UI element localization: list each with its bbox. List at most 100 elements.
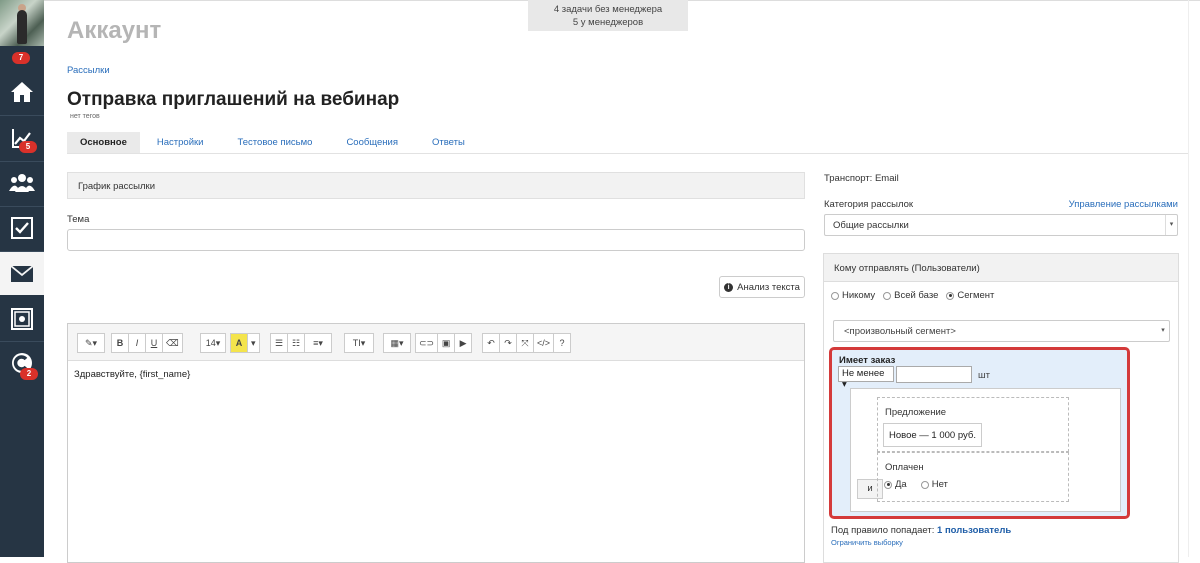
underline-button[interactable]: U bbox=[145, 333, 163, 353]
segment-select[interactable]: <произвольный сегмент> ▾ bbox=[833, 320, 1170, 342]
rule-conditions: и Предложение Новое — 1 000 руб. Оплачен… bbox=[850, 388, 1121, 512]
align-icon[interactable]: ≡▾ bbox=[304, 333, 332, 353]
paid-condition: Оплачен Да Нет bbox=[877, 452, 1069, 502]
tags-label[interactable]: нет тегов bbox=[70, 113, 100, 120]
tab-bar: Основное Настройки Тестовое письмо Сообщ… bbox=[67, 132, 482, 154]
magic-wand-icon[interactable]: ✎▾ bbox=[77, 333, 105, 353]
undo-icon[interactable]: ↶ bbox=[482, 333, 500, 353]
tasks-notice-line2: 5 у менеджеров bbox=[572, 17, 644, 28]
eraser-icon[interactable]: ⌫ bbox=[162, 333, 183, 353]
tasks-notice-line1: 4 задачи без менеджера bbox=[553, 4, 663, 15]
account-title: Аккаунт bbox=[67, 17, 162, 44]
email-editor: ✎▾ B I U ⌫ 14 ▾ A ▾ ☰ ☷ ≡▾ T Ι▾ ▦▾ ⊂⊃ ▣ … bbox=[67, 323, 805, 563]
help-button[interactable]: ? bbox=[553, 333, 572, 353]
info-icon: i bbox=[724, 282, 734, 292]
avatar-badge: 7 bbox=[12, 52, 30, 64]
rule-operator-select[interactable]: Не менее ▾ bbox=[838, 366, 894, 390]
font-size-select[interactable]: 14 ▾ bbox=[200, 333, 226, 353]
tab-test-email[interactable]: Тестовое письмо bbox=[220, 132, 329, 153]
segment-rule-box: Имеет заказ Не менее ▾ шт и Предложение … bbox=[829, 347, 1130, 519]
safe-icon bbox=[11, 308, 33, 330]
sidebar-item-mail[interactable] bbox=[0, 252, 44, 295]
radio-label: Всей базе bbox=[894, 290, 939, 301]
tabs-divider bbox=[67, 153, 1188, 154]
radio-label: Да bbox=[895, 479, 907, 490]
text-color-icon[interactable]: A bbox=[230, 333, 248, 353]
radio-segment[interactable]: Сегмент bbox=[946, 290, 994, 301]
radio-paid-no[interactable]: Нет bbox=[920, 479, 948, 490]
radio-label: Никому bbox=[842, 290, 876, 301]
analyze-text-label: Анализ текста bbox=[737, 281, 800, 293]
sidebar: 7 5 2 bbox=[0, 0, 44, 557]
subject-input[interactable] bbox=[67, 229, 805, 251]
fullscreen-icon[interactable]: ⤧ bbox=[516, 333, 534, 353]
sidebar-divider bbox=[0, 341, 44, 342]
bold-button[interactable]: B bbox=[111, 333, 129, 353]
editor-toolbar: ✎▾ B I U ⌫ 14 ▾ A ▾ ☰ ☷ ≡▾ T Ι▾ ▦▾ ⊂⊃ ▣ … bbox=[68, 324, 804, 361]
category-label: Категория рассылок bbox=[824, 199, 914, 210]
radio-icon bbox=[831, 291, 839, 300]
table-icon[interactable]: ▦▾ bbox=[383, 333, 411, 353]
offer-value[interactable]: Новое — 1 000 руб. bbox=[883, 423, 982, 447]
radio-icon bbox=[883, 291, 892, 300]
rule-title: Имеет заказ bbox=[839, 355, 896, 366]
analyze-text-button[interactable]: i Анализ текста bbox=[719, 276, 805, 298]
numbered-list-icon[interactable]: ☷ bbox=[287, 333, 305, 353]
bullet-list-icon[interactable]: ☰ bbox=[270, 333, 288, 353]
scrollbar[interactable] bbox=[1188, 0, 1189, 557]
category-value: Общие рассылки bbox=[833, 220, 909, 231]
link-icon[interactable]: ⊂⊃ bbox=[415, 333, 439, 353]
tab-main[interactable]: Основное bbox=[67, 132, 140, 153]
chevron-down-icon: ▾ bbox=[1165, 215, 1177, 235]
sidebar-item-users[interactable] bbox=[0, 162, 44, 204]
sidebar-item-tasks[interactable] bbox=[0, 207, 44, 249]
tab-replies[interactable]: Ответы bbox=[415, 132, 482, 153]
transport-label: Транспорт: Email bbox=[824, 173, 899, 184]
home-icon bbox=[11, 82, 33, 102]
tab-messages[interactable]: Сообщения bbox=[329, 132, 415, 153]
sidebar-item-analytics[interactable] bbox=[0, 117, 44, 159]
radio-nobody[interactable]: Никому bbox=[831, 290, 875, 301]
font-size-value: 14 bbox=[205, 338, 216, 348]
sidebar-item-safe[interactable] bbox=[0, 298, 44, 340]
radio-selected-icon bbox=[884, 480, 892, 489]
rule-operator-value: Не менее bbox=[842, 368, 885, 379]
sidebar-item-home[interactable] bbox=[0, 71, 44, 113]
rule-count-value[interactable]: 1 пользователь bbox=[937, 525, 1011, 536]
rule-count-prefix: Под правило попадает: bbox=[831, 525, 935, 536]
manage-mailings-link[interactable]: Управление рассылками bbox=[1069, 199, 1178, 210]
offer-label: Предложение bbox=[885, 407, 947, 418]
avatar-figure bbox=[17, 10, 27, 44]
avatar[interactable] bbox=[0, 0, 44, 46]
breadcrumb[interactable]: Рассылки bbox=[67, 65, 110, 76]
editor-content[interactable]: Здравствуйте, {first_name} bbox=[68, 361, 804, 388]
rule-count: Под правило попадает: 1 пользователь bbox=[831, 525, 1011, 536]
rule-quantity-input[interactable] bbox=[896, 366, 972, 383]
italic-button[interactable]: I bbox=[128, 333, 146, 353]
radio-label: Нет bbox=[931, 479, 948, 490]
offer-condition: Предложение Новое — 1 000 руб. bbox=[877, 397, 1069, 452]
schedule-panel[interactable]: График рассылки bbox=[67, 172, 805, 199]
text-style-select[interactable]: T Ι▾ bbox=[344, 333, 374, 353]
tab-settings[interactable]: Настройки bbox=[140, 132, 221, 153]
recipient-options: Никому Всей базе Сегмент bbox=[831, 290, 994, 301]
video-icon[interactable]: ▶ bbox=[454, 333, 473, 353]
chat-badge: 2 bbox=[20, 368, 38, 380]
users-icon bbox=[9, 174, 35, 192]
code-view-icon[interactable]: </> bbox=[533, 333, 555, 353]
segment-value: <произвольный сегмент> bbox=[844, 326, 956, 337]
image-icon[interactable]: ▣ bbox=[437, 333, 456, 353]
analytics-badge: 5 bbox=[19, 141, 37, 153]
envelope-icon bbox=[11, 265, 33, 282]
page-title: Отправка приглашений на вебинар bbox=[67, 89, 400, 110]
text-color-dropdown[interactable]: ▾ bbox=[247, 333, 260, 353]
radio-whole-base[interactable]: Всей базе bbox=[883, 290, 938, 301]
tasks-notice[interactable]: 4 задачи без менеджера 5 у менеджеров bbox=[528, 0, 688, 31]
subject-label: Тема bbox=[67, 214, 90, 225]
checkbox-icon bbox=[11, 217, 33, 239]
category-select[interactable]: Общие рассылки ▾ bbox=[824, 214, 1178, 236]
radio-paid-yes[interactable]: Да bbox=[884, 479, 907, 490]
text-style-value: T bbox=[352, 338, 359, 348]
redo-icon[interactable]: ↷ bbox=[499, 333, 517, 353]
limit-selection-link[interactable]: Ограничить выборку bbox=[831, 538, 903, 547]
